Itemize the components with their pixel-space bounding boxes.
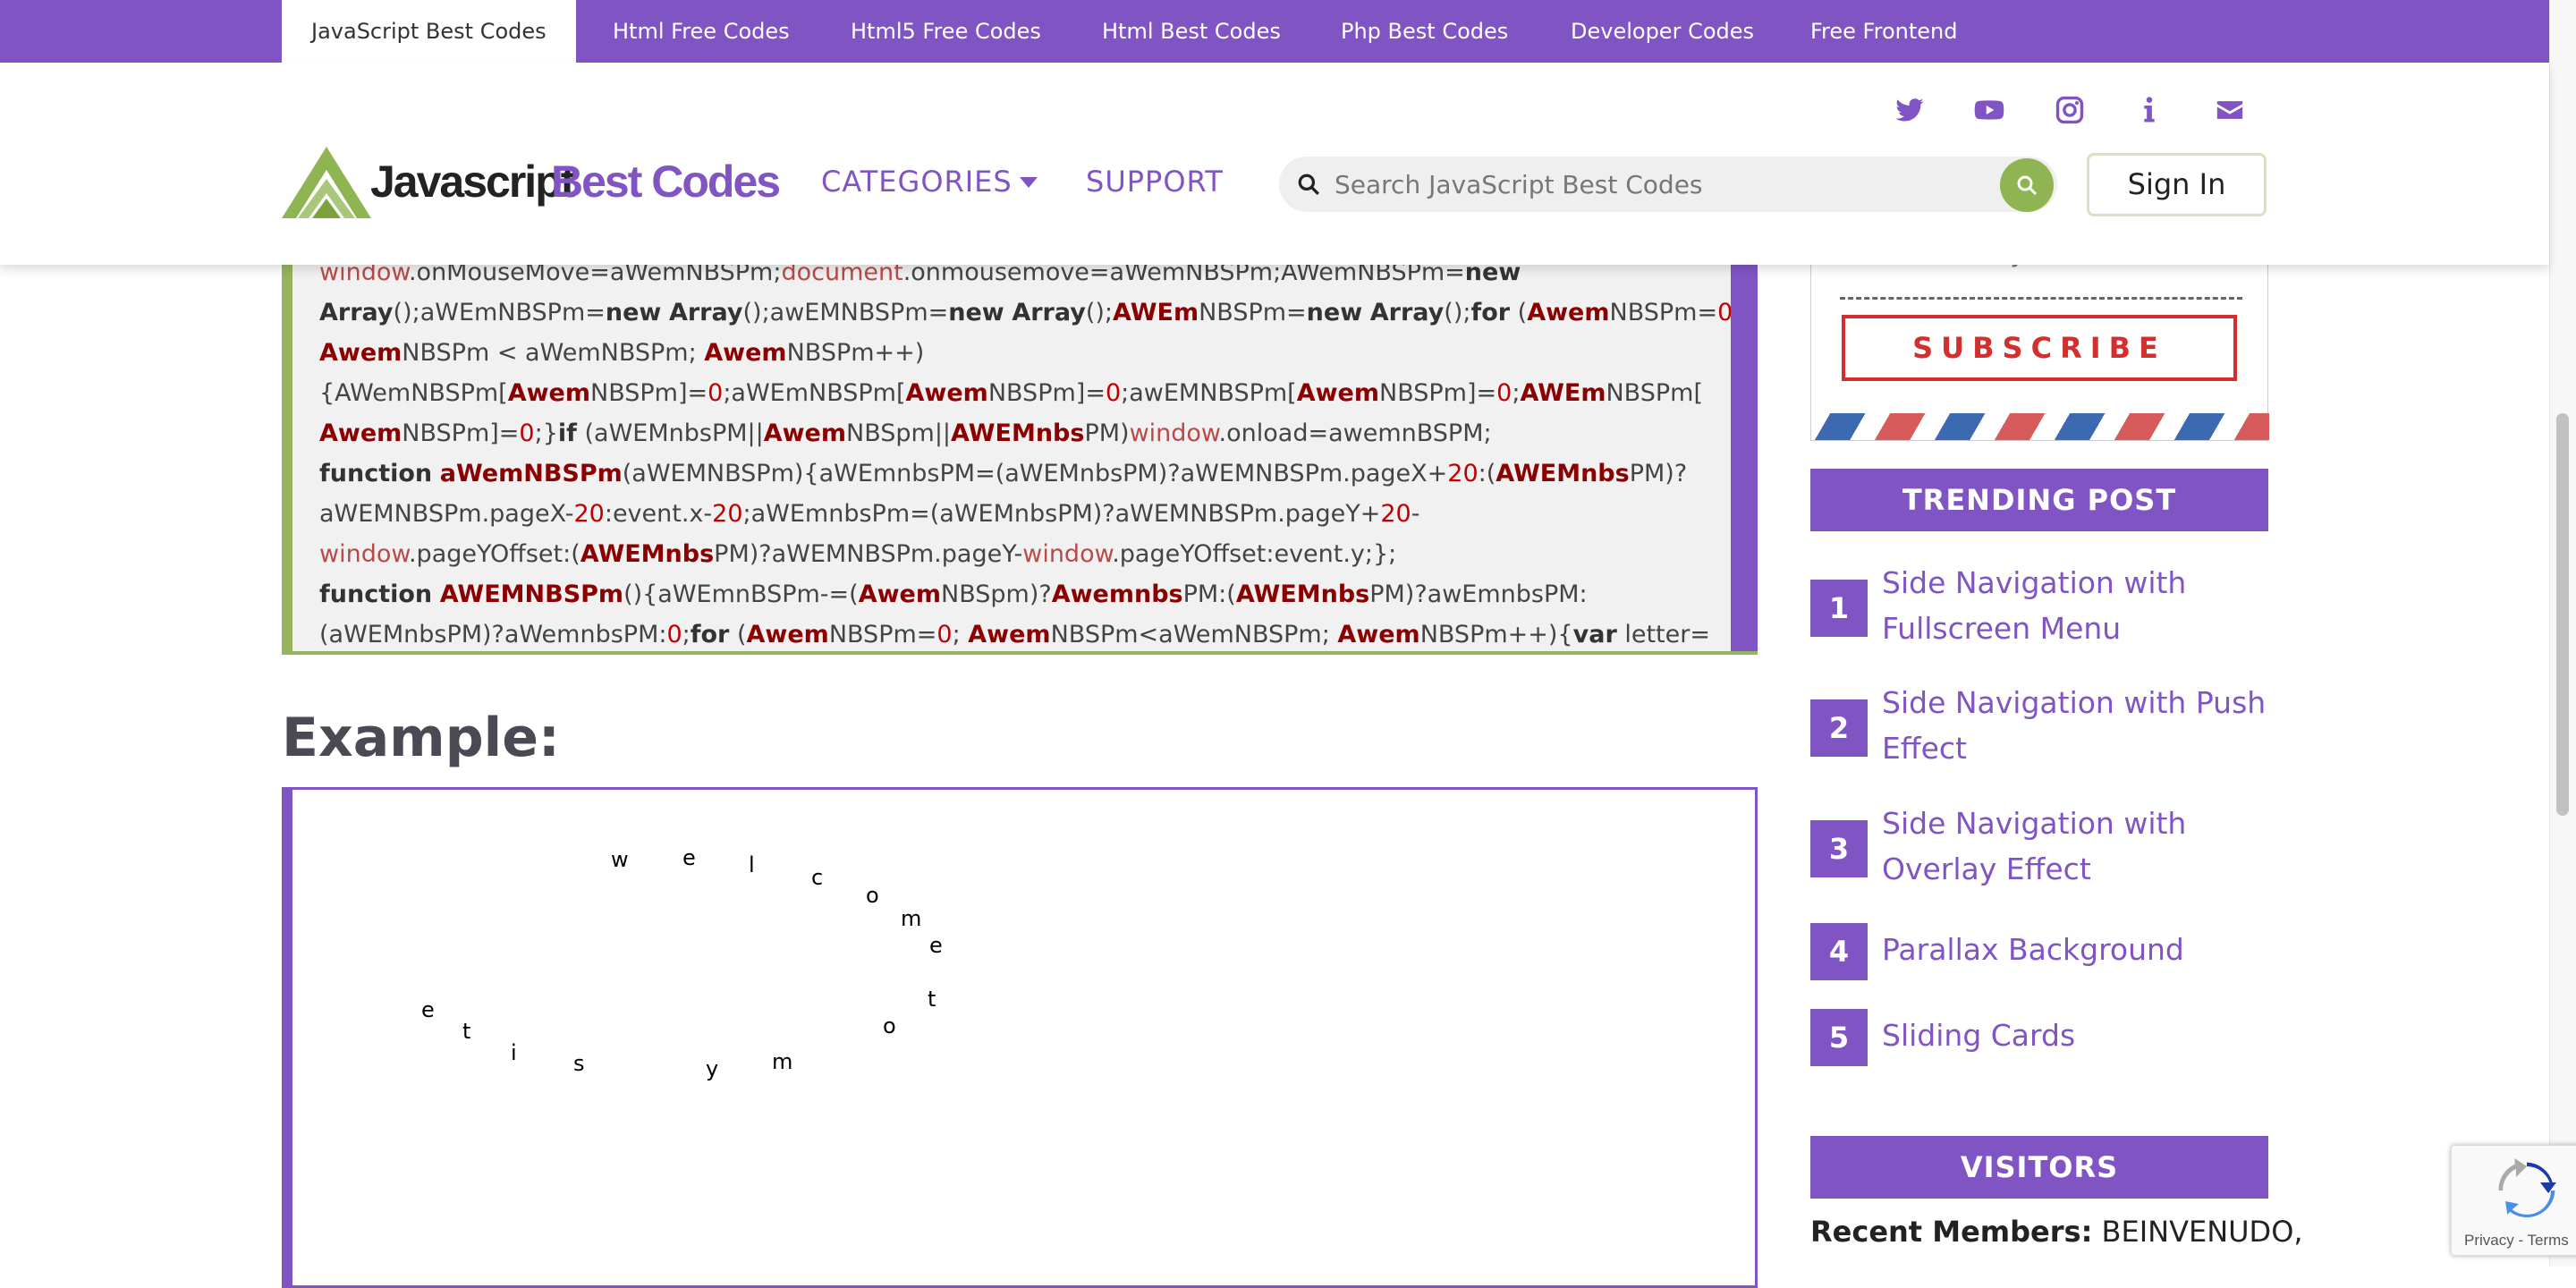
trail-letter: l bbox=[749, 852, 755, 877]
logo-icon[interactable] bbox=[282, 147, 371, 218]
trending-item[interactable]: 3 Side Navigation with Overlay Effect bbox=[1810, 801, 2268, 894]
top-tab-html-best-codes[interactable]: Html Best Codes bbox=[1102, 0, 1281, 63]
nav-support[interactable]: SUPPORT bbox=[1086, 165, 1224, 199]
trending-link[interactable]: Side Navigation with Fullscreen Menu bbox=[1882, 560, 2267, 651]
top-tab-php-best-codes[interactable]: Php Best Codes bbox=[1341, 0, 1508, 63]
trail-letter: e bbox=[682, 845, 696, 870]
youtube-icon[interactable] bbox=[1974, 95, 2004, 125]
trending-number: 1 bbox=[1810, 580, 1868, 637]
top-nav-bar: JavaScript Best Codes Html Free Codes Ht… bbox=[0, 0, 2549, 63]
logo-text-javascript[interactable]: Javascript bbox=[370, 156, 575, 208]
info-icon[interactable] bbox=[2134, 95, 2165, 125]
trending-item[interactable]: 2 Side Navigation with Push Effect bbox=[1810, 680, 2268, 773]
top-tab-javascript-best-codes[interactable]: JavaScript Best Codes bbox=[282, 0, 576, 63]
trail-letter: o bbox=[883, 1013, 896, 1038]
trail-letter: c bbox=[811, 865, 824, 890]
top-tab-html-free-codes[interactable]: Html Free Codes bbox=[613, 0, 790, 63]
trending-number: 3 bbox=[1810, 820, 1868, 877]
example-heading: Example: bbox=[282, 707, 560, 769]
visitors-title: VISITORS bbox=[1810, 1136, 2268, 1199]
trail-letter: y bbox=[706, 1056, 719, 1081]
subscribe-form: SUBSCRIBE bbox=[1810, 233, 2269, 441]
site-header: Javascript Best Codes CATEGORIES SUPPORT… bbox=[0, 63, 2549, 265]
top-tab-html5-free-codes[interactable]: Html5 Free Codes bbox=[851, 0, 1041, 63]
trending-item[interactable]: 5 Sliding Cards bbox=[1810, 1009, 2268, 1075]
recent-member-link[interactable]: BEINVENUDO, bbox=[2102, 1215, 2303, 1249]
search-icon bbox=[1298, 174, 1319, 195]
nav-categories-label: CATEGORIES bbox=[821, 165, 1013, 199]
trending-link[interactable]: Parallax Background bbox=[1882, 927, 2267, 972]
top-tab-developer-codes[interactable]: Developer Codes bbox=[1571, 0, 1754, 63]
trail-letter: o bbox=[866, 883, 879, 908]
trail-letter: e bbox=[929, 933, 943, 958]
trending-link[interactable]: Side Navigation with Overlay Effect bbox=[1882, 801, 2267, 892]
recaptcha-icon bbox=[2498, 1158, 2556, 1218]
trail-letter: t bbox=[462, 1019, 471, 1044]
airmail-border bbox=[1811, 413, 2269, 440]
logo-text-best-codes[interactable]: Best Codes bbox=[551, 156, 781, 208]
trail-letter: m bbox=[901, 906, 922, 931]
trending-number: 5 bbox=[1810, 1009, 1868, 1066]
example-demo-area[interactable]: w e l c o m e t o m y s i t e bbox=[282, 787, 1758, 1288]
trending-number: 4 bbox=[1810, 923, 1868, 980]
search-button[interactable] bbox=[2000, 158, 2054, 212]
trending-number: 2 bbox=[1810, 699, 1868, 757]
trail-letter: w bbox=[611, 847, 629, 872]
nav-categories[interactable]: CATEGORIES bbox=[821, 165, 1038, 199]
recaptcha-text[interactable]: Privacy - Terms bbox=[2464, 1232, 2569, 1250]
mail-icon[interactable] bbox=[2215, 95, 2245, 125]
code-text: window.onMouseMove=aWemNBSPm;document.on… bbox=[319, 258, 1741, 648]
trending-link[interactable]: Side Navigation with Push Effect bbox=[1882, 680, 2267, 771]
trending-item[interactable]: 4 Parallax Background bbox=[1810, 923, 2268, 989]
top-tab-free-frontend[interactable]: Free Frontend bbox=[1810, 0, 1957, 63]
recent-members-label: Recent Members: bbox=[1810, 1215, 2093, 1249]
recaptcha-badge[interactable]: Privacy - Terms bbox=[2451, 1145, 2576, 1256]
trending-item[interactable]: 1 Side Navigation with Fullscreen Menu bbox=[1810, 560, 2268, 653]
subscribe-button[interactable]: SUBSCRIBE bbox=[1842, 315, 2237, 381]
search-box bbox=[1279, 157, 2057, 212]
trending-post-title: TRENDING POST bbox=[1810, 469, 2268, 531]
twitter-icon[interactable] bbox=[1894, 95, 1925, 125]
email-underline bbox=[1840, 297, 2242, 300]
instagram-icon[interactable] bbox=[2055, 95, 2085, 125]
trail-letter: i bbox=[511, 1040, 517, 1065]
trending-link[interactable]: Sliding Cards bbox=[1882, 1013, 2267, 1058]
trail-letter: e bbox=[421, 997, 435, 1022]
trail-letter: s bbox=[573, 1051, 585, 1076]
recent-members: Recent Members: BEINVENUDO, bbox=[1810, 1215, 2303, 1249]
code-block-bottom-border bbox=[282, 651, 1758, 655]
trail-letter: m bbox=[772, 1049, 793, 1074]
sign-in-button[interactable]: Sign In bbox=[2087, 153, 2267, 216]
search-icon bbox=[2017, 175, 2038, 196]
trail-letter: t bbox=[928, 987, 936, 1012]
caret-down-icon bbox=[1019, 177, 1038, 188]
search-input[interactable] bbox=[1335, 157, 1961, 212]
page-scrollbar-thumb[interactable] bbox=[2556, 413, 2569, 816]
